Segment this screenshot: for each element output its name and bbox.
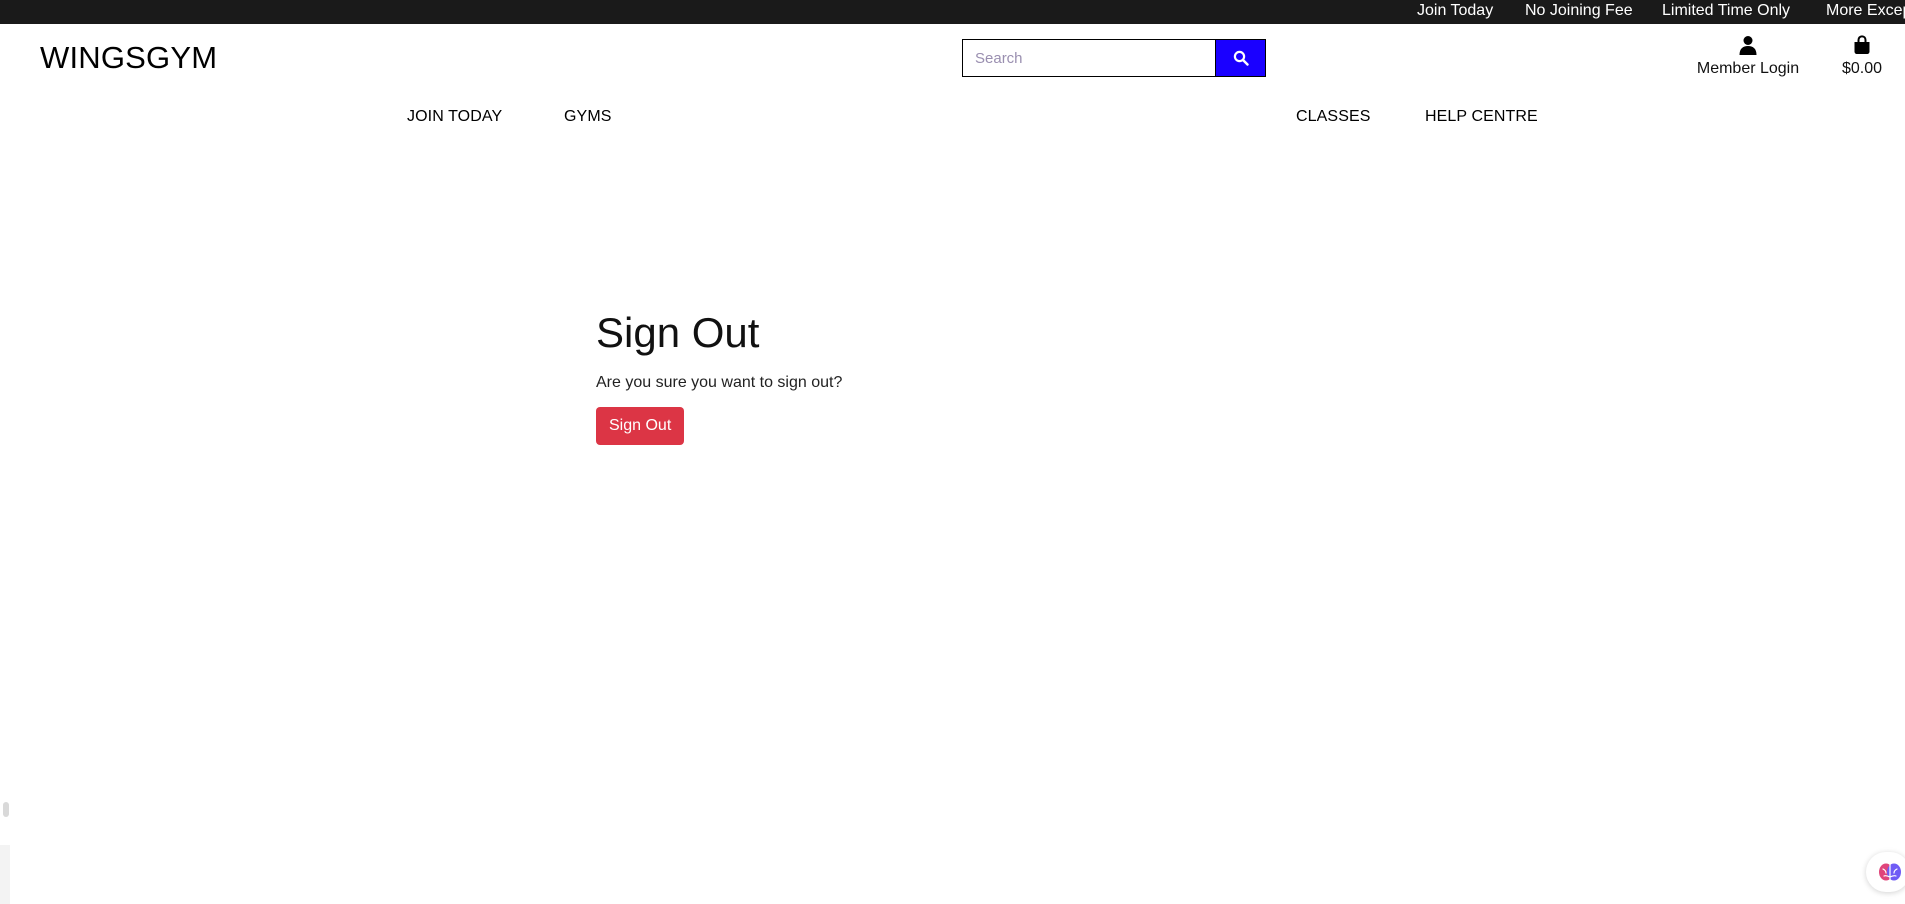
left-edge-panel (0, 845, 10, 904)
search-form (962, 39, 1266, 77)
nav-join-today[interactable]: JOIN TODAY (407, 108, 502, 126)
member-login-link[interactable]: Member Login (1688, 35, 1808, 78)
assistant-widget-button[interactable] (1866, 852, 1905, 892)
shopping-bag-link[interactable]: $0.00 (1838, 35, 1886, 78)
shopping-bag-icon (1838, 35, 1886, 57)
user-icon (1688, 35, 1808, 57)
search-button[interactable] (1216, 39, 1266, 77)
sign-out-panel: Sign Out Are you sure you want to sign o… (596, 312, 842, 445)
search-input[interactable] (962, 39, 1216, 77)
nav-help-centre[interactable]: HELP CENTRE (1425, 108, 1538, 126)
promo-item: Limited Time Only (1662, 2, 1791, 19)
top-promo-bar: Join Today No Joining Fee Limited Time O… (0, 0, 1905, 24)
cart-total: $0.00 (1841, 60, 1883, 77)
brain-icon (1879, 863, 1901, 881)
member-login-label: Member Login (1696, 60, 1800, 77)
promo-item: Join Today (1417, 2, 1494, 19)
sign-out-prompt: Are you sure you want to sign out? (596, 374, 843, 391)
scroll-indicator[interactable] (3, 802, 9, 817)
page-title: Sign Out (596, 309, 760, 356)
sign-out-button[interactable]: Sign Out (596, 407, 685, 445)
search-icon (1233, 50, 1249, 66)
promo-item: No Joining Fee (1525, 2, 1633, 19)
promo-item: More Excep (1826, 2, 1905, 19)
nav-gyms[interactable]: GYMS (564, 108, 612, 126)
brand-logo[interactable]: WINGSGYM (40, 40, 217, 76)
nav-classes[interactable]: CLASSES (1296, 108, 1371, 126)
